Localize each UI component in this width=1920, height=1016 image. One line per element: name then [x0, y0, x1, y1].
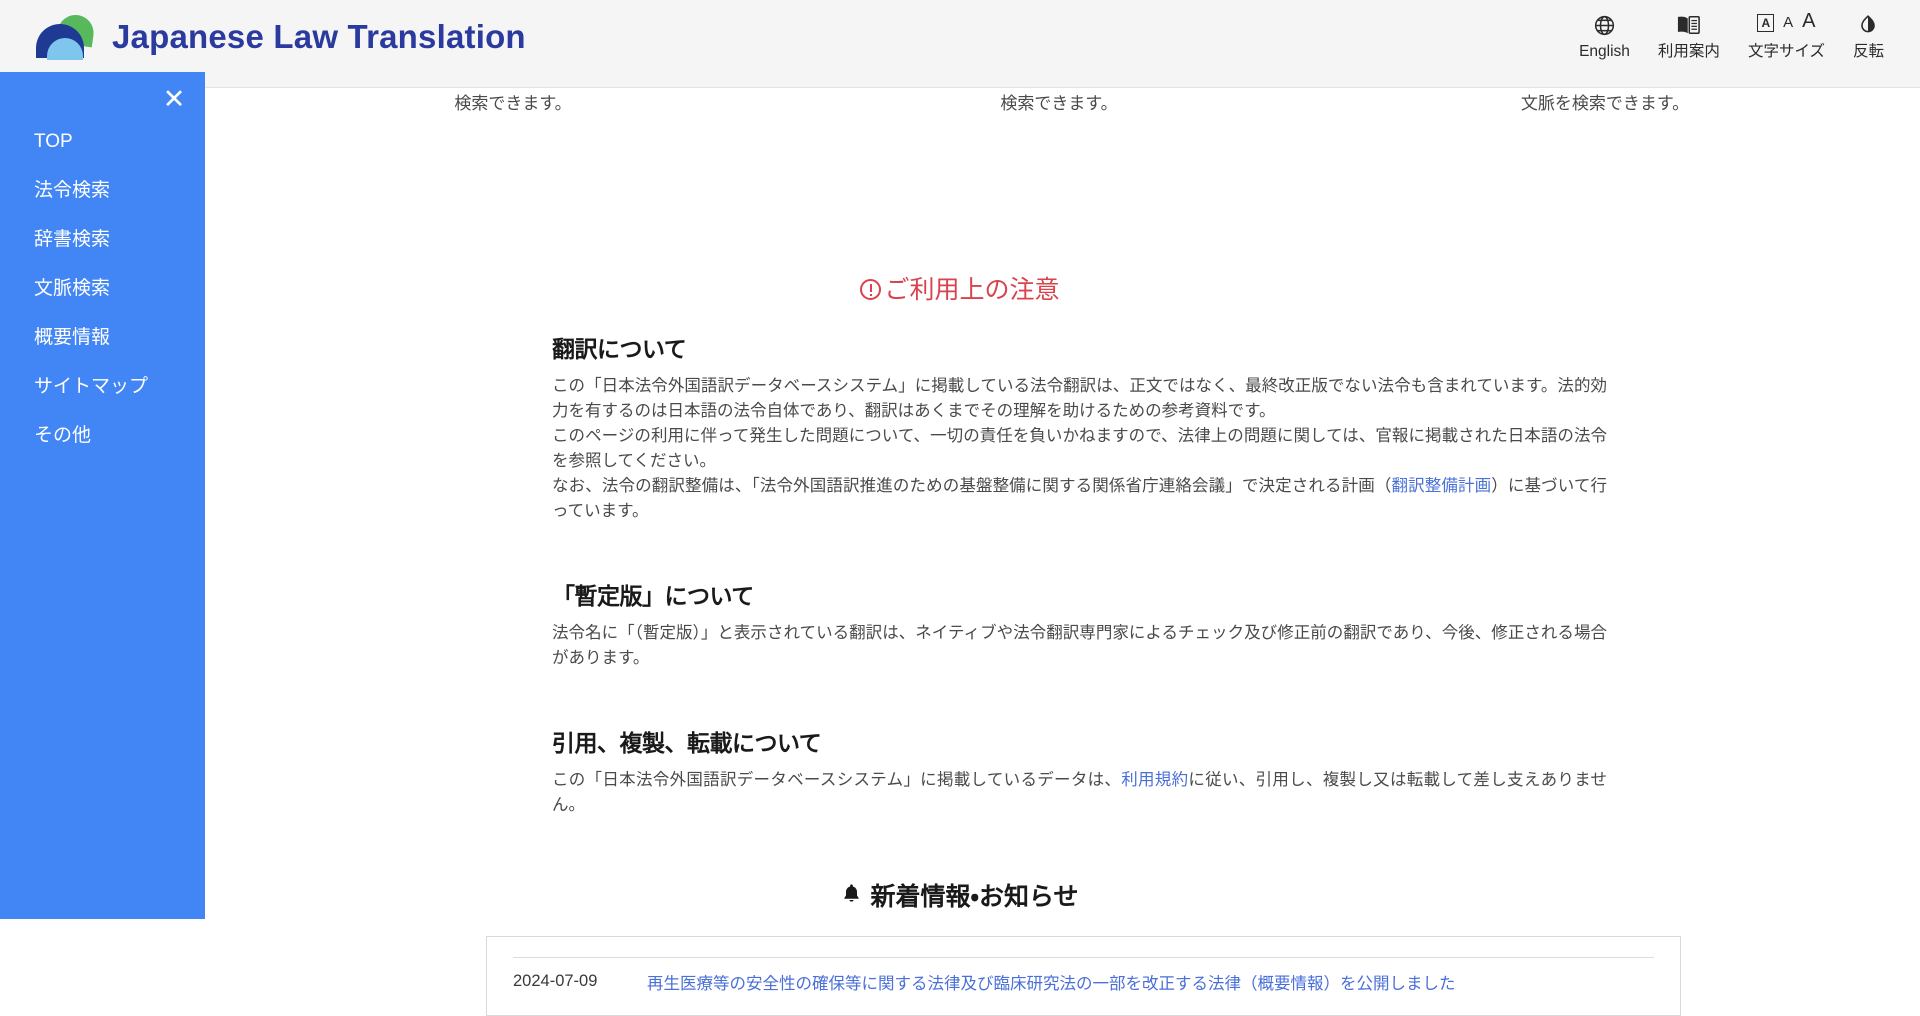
book-icon	[1676, 10, 1701, 40]
notice-title-text: ご利用上の注意	[884, 276, 1060, 304]
sidebar-item-others[interactable]: その他	[0, 409, 205, 458]
brand[interactable]: Japanese Law Translation	[34, 12, 526, 60]
section-paragraph-with-link: この「日本法令外国語訳データベースシステム」に掲載しているデータは、利用規約に従…	[552, 768, 1607, 818]
contrast-icon	[1857, 10, 1879, 40]
font-size-label: 文字サイズ	[1747, 43, 1825, 60]
close-icon[interactable]: ✕	[157, 82, 191, 116]
sidebar-item-context-search[interactable]: 文脈検索	[0, 262, 205, 311]
translation-plan-link[interactable]: 翻訳整備計画	[1392, 477, 1492, 495]
brand-title: Japanese Law Translation	[112, 18, 526, 55]
section-heading-provisional: 「暫定版」について	[552, 583, 754, 609]
sidebar-item-sitemap[interactable]: サイトマップ	[0, 360, 205, 409]
usage-guide-label: 利用案内	[1657, 43, 1720, 60]
news-section-title-text: 新着情報・お知らせ	[870, 883, 1079, 911]
section-paragraph: 法令名に「（暫定版）」と表示されている翻訳は、ネイティブや法令翻訳専門家によるチ…	[552, 624, 1607, 667]
paragraph-text-before: この「日本法令外国語訳データベースシステム」に掲載しているデータは、	[552, 771, 1122, 789]
site-logo-icon	[34, 12, 96, 60]
contrast-toggle-button[interactable]: 反転	[1839, 10, 1898, 62]
feature-line-2: 検索できます。	[454, 94, 572, 113]
drawer-nav: TOP 法令検索 辞書検索 文脈検索 概要情報 サイトマップ その他	[0, 120, 205, 458]
language-switch-button[interactable]: English	[1565, 10, 1644, 62]
paragraph-text-before: なお、法令の翻訳整備は、「法令外国語訳推進のための基盤整備に関する関係省庁連絡会…	[552, 477, 1392, 495]
globe-icon	[1593, 10, 1616, 40]
terms-of-use-link[interactable]: 利用規約	[1121, 771, 1188, 789]
contrast-label: 反転	[1852, 43, 1884, 60]
feature-line-2: 文脈を検索できます。	[1520, 94, 1690, 113]
sidebar-item-law-search[interactable]: 法令検索	[0, 164, 205, 213]
section-paragraph: この「日本法令外国語訳データベースシステム」に掲載している法令翻訳は、正文ではな…	[552, 377, 1607, 420]
notice-body: 翻訳について この「日本法令外国語訳データベースシステム」に掲載している法令翻訳…	[552, 330, 1607, 818]
sidebar-item-outline-info[interactable]: 概要情報	[0, 311, 205, 360]
section-paragraph-with-link: なお、法令の翻訳整備は、「法令外国語訳推進のための基盤整備に関する関係省庁連絡会…	[552, 474, 1607, 524]
font-size-icon: A A A	[1757, 10, 1815, 40]
warning-icon	[860, 278, 882, 300]
news-card: 2024-07-09 再生医療等の安全性の確保等に関する法律及び臨床研究法の一部…	[486, 936, 1681, 1016]
site-header: Japanese Law Translation English 利用案内 A …	[0, 0, 1920, 88]
font-size-small-button[interactable]: A	[1757, 14, 1775, 32]
news-list-item[interactable]: 2024-07-09 再生医療等の安全性の確保等に関する法律及び臨床研究法の一部…	[513, 957, 1654, 996]
bell-icon	[841, 882, 862, 908]
section-heading-translation: 翻訳について	[552, 336, 687, 362]
notice-title: ご利用上の注意	[0, 270, 1920, 306]
navigation-drawer: ✕ TOP 法令検索 辞書検索 文脈検索 概要情報 サイトマップ その他	[0, 72, 205, 919]
sidebar-item-dictionary-search[interactable]: 辞書検索	[0, 213, 205, 262]
news-date: 2024-07-09	[513, 972, 598, 990]
section-paragraph: このページの利用に伴って発生した問題について、一切の責任を負いかねますので、法律…	[552, 427, 1607, 470]
feature-line-2: 検索できます。	[1000, 94, 1118, 113]
section-heading-citation: 引用、複製、転載について	[552, 730, 822, 756]
usage-guide-button[interactable]: 利用案内	[1644, 10, 1734, 62]
font-size-medium-button[interactable]: A	[1783, 14, 1793, 31]
language-switch-label: English	[1579, 43, 1630, 60]
font-size-control[interactable]: A A A 文字サイズ	[1734, 10, 1839, 62]
header-tools: English 利用案内 A A A 文字サイズ 反転	[1565, 10, 1898, 62]
news-link[interactable]: 再生医療等の安全性の確保等に関する法律及び臨床研究法の一部を改正する法律（概要情…	[647, 972, 1456, 996]
main-content: 法令全体の翻訳を 検索できます。 標準対訳辞書を 検索できます。 法令中の用語の…	[0, 65, 1920, 1016]
font-size-large-button[interactable]: A	[1802, 10, 1815, 33]
sidebar-item-top[interactable]: TOP	[0, 120, 205, 164]
news-section-title: 新着情報・お知らせ	[0, 877, 1920, 913]
